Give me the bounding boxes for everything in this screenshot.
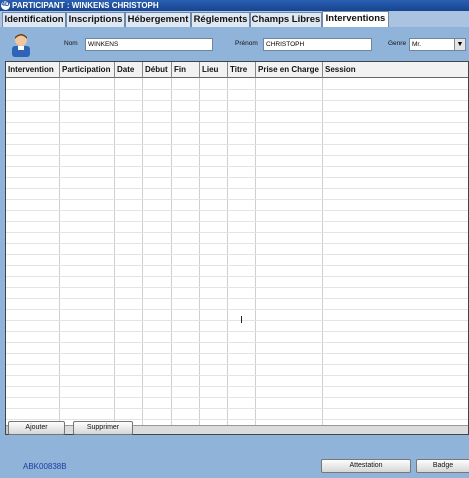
table-row <box>6 364 468 365</box>
supprimer-button[interactable]: Supprimer <box>73 421 133 435</box>
genre-label: Genre <box>388 40 407 47</box>
column-header-titre[interactable]: Titre <box>228 62 256 78</box>
genre-select[interactable]: Mr. ▼ <box>409 38 466 51</box>
nom-label: Nom <box>64 40 78 47</box>
tab-bar: Identification Inscriptions Hébergement … <box>0 11 469 28</box>
tab-identification[interactable]: Identification <box>2 12 66 27</box>
table-row <box>6 419 468 420</box>
tab-inscriptions[interactable]: Inscriptions <box>66 12 125 27</box>
prenom-label: Prénom <box>235 40 258 47</box>
tab-reglements[interactable]: Réglements <box>191 12 250 27</box>
ajouter-button[interactable]: Ajouter <box>8 421 65 435</box>
table-row <box>6 331 468 332</box>
table-row <box>6 177 468 178</box>
tab-hebergement[interactable]: Hébergement <box>125 12 191 27</box>
tab-champs-libres[interactable]: Champs Libres <box>250 12 322 27</box>
prenom-field[interactable]: CHRISTOPH <box>263 38 372 51</box>
column-header-lieu[interactable]: Lieu <box>200 62 228 78</box>
table-row <box>6 111 468 112</box>
table-row <box>6 243 468 244</box>
tab-interventions[interactable]: Interventions <box>322 11 389 28</box>
table-row <box>6 133 468 134</box>
column-divider <box>322 78 323 425</box>
genre-value: Mr. <box>412 41 422 48</box>
column-divider <box>59 78 60 425</box>
column-divider <box>142 78 143 425</box>
interventions-panel: Nom WINKENS Prénom CHRISTOPH Genre Mr. ▼… <box>0 27 469 478</box>
column-divider <box>227 78 228 425</box>
table-row <box>6 232 468 233</box>
column-divider <box>199 78 200 425</box>
table-row <box>6 342 468 343</box>
column-header-participation[interactable]: Participation <box>60 62 115 78</box>
column-divider <box>255 78 256 425</box>
table-row <box>6 199 468 200</box>
table-row <box>6 309 468 310</box>
column-header-date[interactable]: Date <box>115 62 143 78</box>
table-row <box>6 254 468 255</box>
column-header-fin[interactable]: Fin <box>172 62 200 78</box>
table-row <box>6 265 468 266</box>
table-row <box>6 122 468 123</box>
window-title: PARTICIPANT : WINKENS CHRISTOPH <box>12 1 159 10</box>
column-header-session[interactable]: Session <box>323 62 468 78</box>
table-row <box>6 397 468 398</box>
chevron-down-icon[interactable]: ▼ <box>454 39 465 50</box>
column-header-debut[interactable]: Début <box>143 62 172 78</box>
column-divider <box>114 78 115 425</box>
table-row <box>6 353 468 354</box>
table-row <box>6 287 468 288</box>
column-divider <box>171 78 172 425</box>
table-row <box>6 144 468 145</box>
table-row <box>6 100 468 101</box>
table-row <box>6 386 468 387</box>
table-row <box>6 89 468 90</box>
table-row <box>6 276 468 277</box>
table-row <box>6 221 468 222</box>
table-row <box>6 188 468 189</box>
title-bar: 4D PARTICIPANT : WINKENS CHRISTOPH <box>0 0 469 11</box>
table-row <box>6 408 468 409</box>
table-row <box>6 298 468 299</box>
nom-field[interactable]: WINKENS <box>85 38 213 51</box>
table-row <box>6 166 468 167</box>
table-row <box>6 375 468 376</box>
table-row <box>6 320 468 321</box>
table-row <box>6 155 468 156</box>
column-header-intervention[interactable]: Intervention <box>6 62 60 78</box>
app-icon: 4D <box>1 1 10 10</box>
interventions-table[interactable]: Intervention Participation Date Début Fi… <box>5 61 469 435</box>
text-cursor <box>241 316 242 323</box>
participant-code: ABK00838B <box>23 462 67 471</box>
badge-button[interactable]: Badge <box>416 459 469 473</box>
attestation-button[interactable]: Attestation <box>321 459 411 473</box>
table-row <box>6 210 468 211</box>
person-avatar-icon <box>12 34 30 57</box>
column-header-prise-en-charge[interactable]: Prise en Charge <box>256 62 323 78</box>
